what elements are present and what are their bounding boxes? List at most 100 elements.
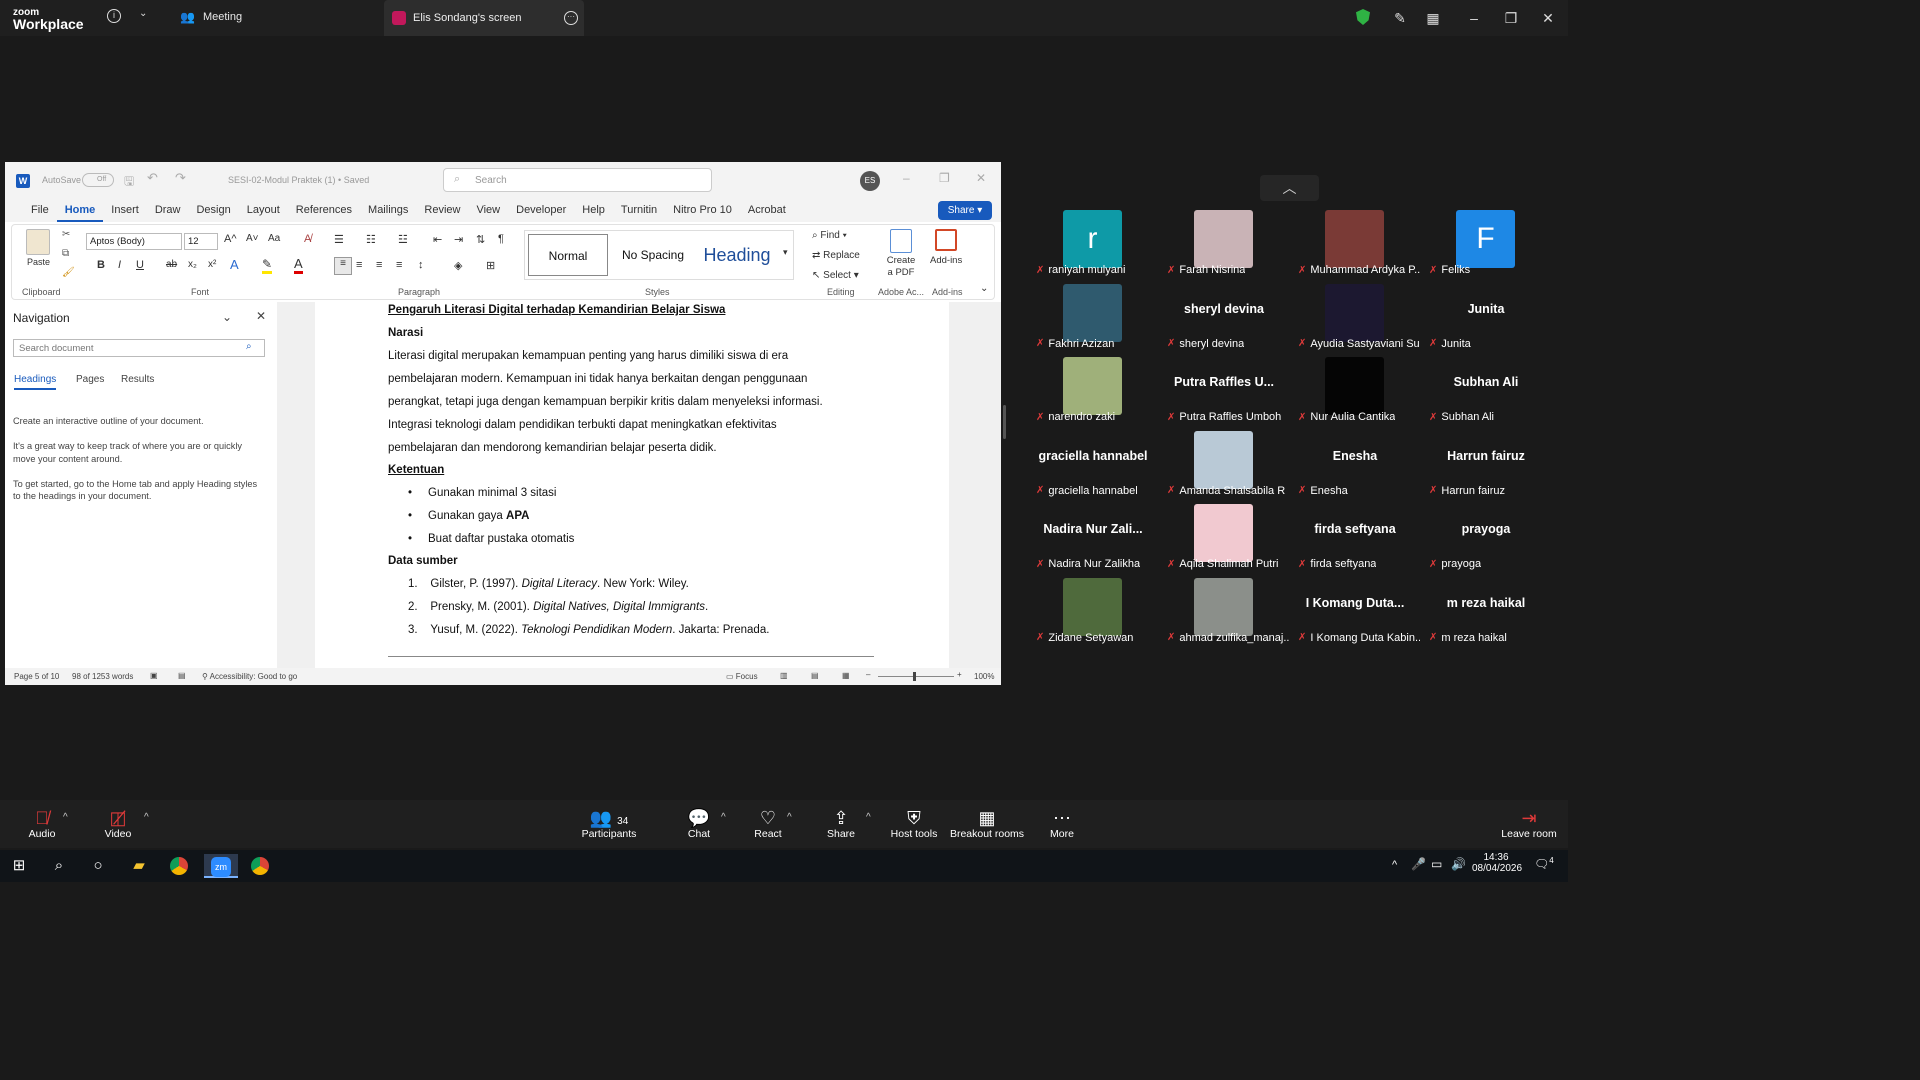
clear-formatting-icon[interactable]: A̸ [304, 233, 311, 245]
align-center-icon[interactable]: ≡ [356, 259, 362, 271]
tab-layout[interactable]: Layout [239, 200, 288, 222]
tab-review[interactable]: Review [416, 200, 468, 222]
addins-label[interactable]: Add-ins [930, 255, 962, 266]
leave-room-button[interactable]: ⇥ Leave room [1489, 808, 1569, 840]
style-no-spacing[interactable]: No Spacing [613, 234, 693, 276]
shading-icon[interactable]: ◈ [454, 259, 462, 272]
participant-tile[interactable]: ✗ Zidane Setyawan [1030, 577, 1156, 648]
participant-tile[interactable]: r ✗ raniyah mulyani [1030, 210, 1156, 280]
more-button[interactable]: ⋯ More [1022, 808, 1102, 840]
nav-tab-pages[interactable]: Pages [76, 374, 104, 385]
meeting-tab[interactable]: 👥 Meeting [180, 10, 242, 24]
react-options-icon[interactable]: ^ [787, 812, 792, 823]
sort-icon[interactable]: ⇅ [476, 233, 485, 246]
participants-button[interactable]: 👥 34 Participants [569, 808, 649, 840]
share-options-icon[interactable]: ^ [866, 812, 871, 823]
cortana-icon[interactable]: ○ [85, 854, 111, 878]
bullets-icon[interactable]: ☰ [334, 233, 344, 246]
style-normal[interactable]: Normal [528, 234, 608, 276]
document-page[interactable]: Pengaruh Literasi Digital terhadap Keman… [315, 302, 949, 668]
participant-tile[interactable]: Junita ✗ Junita [1423, 284, 1549, 354]
create-pdf-icon[interactable] [890, 229, 912, 253]
format-painter-icon[interactable]: 🖌 [62, 267, 75, 278]
paste-icon[interactable] [26, 229, 50, 255]
copy-icon[interactable]: ⧉ [62, 248, 69, 259]
tab-nitro[interactable]: Nitro Pro 10 [665, 200, 740, 222]
align-left-icon[interactable]: ≡ [334, 257, 352, 275]
tray-expand-icon[interactable]: ^ [1392, 859, 1397, 871]
cut-icon[interactable]: ✂ [62, 229, 70, 240]
participant-tile[interactable]: ✗ ahmad zulfika_manaj... [1161, 577, 1289, 648]
audio-button[interactable]: 🎙̸ Audio [2, 808, 82, 840]
tab-acrobat[interactable]: Acrobat [740, 200, 794, 222]
participant-tile[interactable]: prayoga ✗ prayoga [1423, 504, 1549, 574]
word-search-box[interactable]: ⌕ Search [443, 168, 712, 192]
tab-design[interactable]: Design [188, 200, 238, 222]
volume-icon[interactable]: 🔊 [1451, 857, 1466, 871]
replace-button[interactable]: ⇄ Replace [812, 250, 860, 261]
breakout-rooms-button[interactable]: ▦ Breakout rooms [947, 808, 1027, 840]
chat-options-icon[interactable]: ^ [721, 812, 726, 823]
participant-tile[interactable]: ✗ Amanda Shalsabila R [1161, 430, 1287, 501]
addins-icon[interactable] [935, 229, 957, 251]
track-icon[interactable]: ▤ [178, 671, 186, 680]
italic-icon[interactable]: I [118, 259, 121, 271]
focus-button[interactable]: ▭ Focus [726, 672, 758, 681]
font-color-icon[interactable]: A [294, 256, 303, 274]
tab-file[interactable]: File [23, 200, 57, 222]
nav-close-icon[interactable]: ✕ [256, 309, 266, 323]
chevron-down-icon[interactable]: ⌄ [139, 8, 147, 19]
zoom-slider-thumb[interactable] [913, 672, 916, 681]
security-shield-icon[interactable] [1356, 9, 1370, 25]
redo-icon[interactable]: ↷ [175, 170, 186, 186]
tab-view[interactable]: View [468, 200, 508, 222]
strikethrough-icon[interactable]: ab [166, 259, 177, 270]
autosave-toggle[interactable]: Off [82, 173, 114, 187]
participant-tile[interactable]: firda seftyana ✗ firda seftyana [1292, 504, 1418, 574]
font-size-select[interactable]: 12 [184, 233, 218, 250]
document-title[interactable]: SESI-02-Modul Praktek (1) • Saved [228, 175, 369, 185]
superscript-icon[interactable]: x² [208, 259, 216, 270]
highlight-icon[interactable]: ✎ [262, 257, 273, 274]
tab-mailings[interactable]: Mailings [360, 200, 416, 222]
screen-share-tab[interactable]: Elis Sondang's screen ··· [384, 0, 584, 36]
read-mode-icon[interactable]: ▥ [780, 671, 788, 680]
annotate-pen-icon[interactable]: ✎ [1390, 8, 1410, 28]
tab-insert[interactable]: Insert [103, 200, 147, 222]
tab-help[interactable]: Help [574, 200, 613, 222]
word-restore-icon[interactable]: ❐ [939, 171, 950, 185]
clock[interactable]: 14:36 08/04/2026 [1472, 852, 1522, 874]
windows-start-icon[interactable]: ⊞ [6, 854, 32, 878]
tray-mic-icon[interactable]: 🎤 [1411, 857, 1426, 871]
audio-options-icon[interactable]: ^ [63, 812, 68, 823]
restore-icon[interactable]: ❐ [1501, 8, 1521, 28]
video-options-icon[interactable]: ^ [144, 812, 149, 823]
zoom-out-icon[interactable]: – [866, 670, 870, 679]
notifications-icon[interactable]: 🗨4 [1534, 856, 1554, 871]
participant-tile[interactable]: ✗ narendro zaki [1030, 357, 1156, 427]
select-button[interactable]: ↖ Select ▾ [812, 270, 859, 281]
tab-developer[interactable]: Developer [508, 200, 574, 222]
participant-tile[interactable]: Enesha ✗ Enesha [1292, 431, 1418, 501]
word-close-icon[interactable]: ✕ [976, 171, 986, 185]
search-icon[interactable]: ⌕ [246, 341, 252, 352]
undo-icon[interactable]: ↶ [147, 170, 158, 186]
host-tools-button[interactable]: ⛨ Host tools [874, 808, 954, 840]
accessibility-status[interactable]: ⚲ Accessibility: Good to go [202, 672, 297, 681]
chrome-icon[interactable] [166, 854, 192, 878]
minimize-icon[interactable]: – [1464, 8, 1484, 28]
participant-tile[interactable]: ✗ Nur Aulia Cantika [1292, 357, 1418, 427]
page-count[interactable]: Page 5 of 10 [14, 672, 59, 681]
numbering-icon[interactable]: ☷ [366, 233, 376, 246]
text-effects-icon[interactable]: A [230, 257, 239, 272]
more-options-icon[interactable]: ··· [564, 11, 578, 25]
font-name-select[interactable]: Aptos (Body) [86, 233, 182, 250]
underline-icon[interactable]: U [136, 259, 144, 271]
word-minimize-icon[interactable]: – [903, 171, 910, 185]
participant-tile[interactable]: ✗ Muhammad Ardyka P... [1292, 210, 1420, 280]
participant-tile[interactable]: m reza haikal ✗ m reza haikal [1423, 578, 1549, 648]
multilevel-list-icon[interactable]: ☳ [398, 233, 408, 246]
participant-tile[interactable]: ✗ Fakhri Azizan [1030, 283, 1156, 354]
find-button[interactable]: ⌕ Find ▾ [812, 230, 847, 241]
file-explorer-icon[interactable]: ▰ [126, 854, 152, 878]
